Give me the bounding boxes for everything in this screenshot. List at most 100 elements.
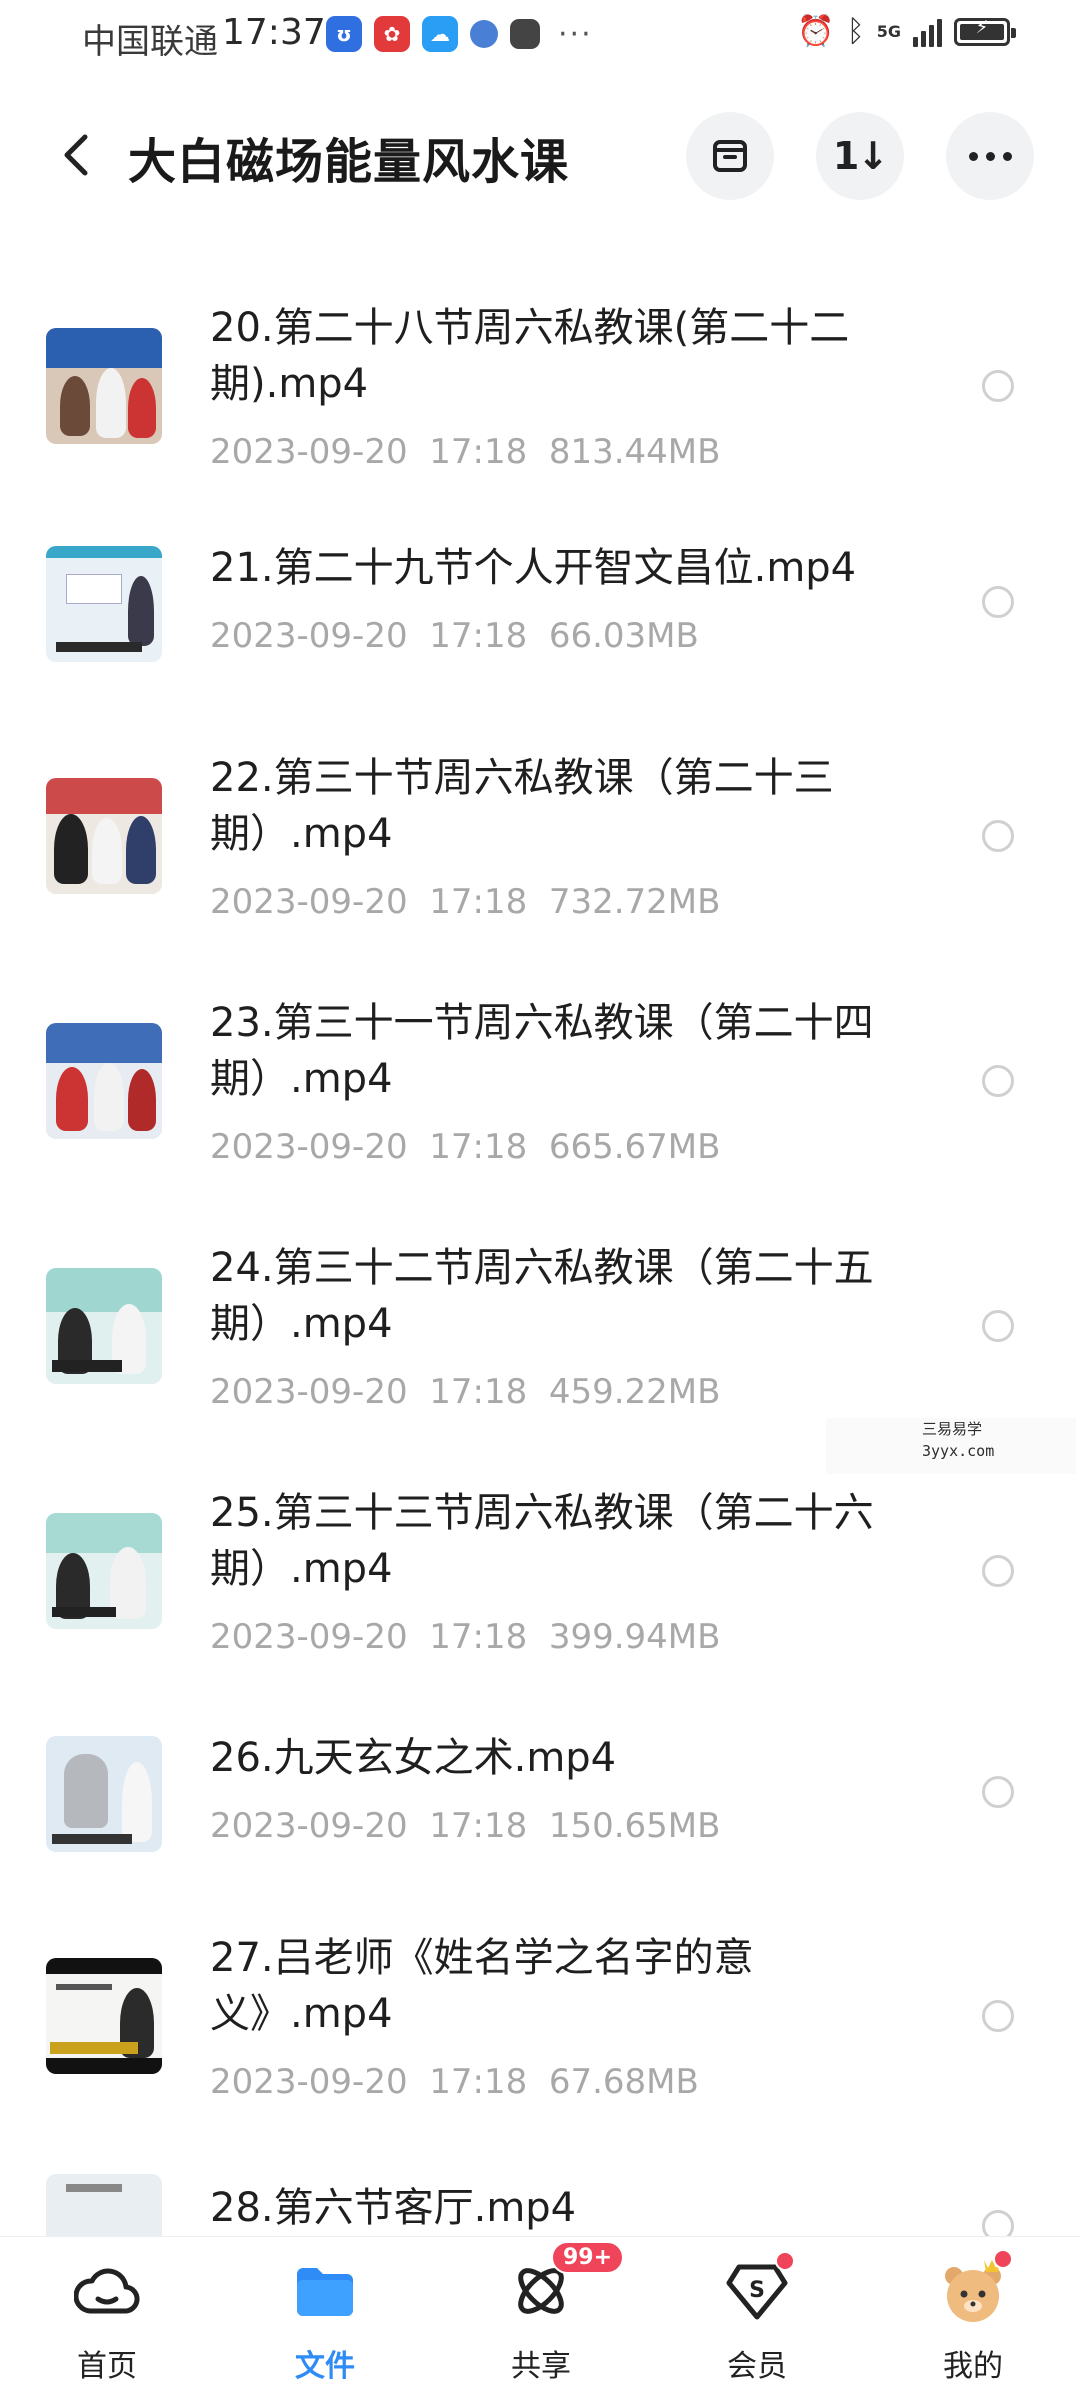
archive-box-icon bbox=[713, 140, 747, 172]
file-row[interactable]: 21.第二十九节个人开智文昌位.mp4 2023-09-20 17:18 66.… bbox=[0, 540, 1080, 670]
file-name: 28.第六节客厅.mp4 bbox=[210, 2185, 577, 2231]
select-checkbox[interactable] bbox=[982, 1310, 1014, 1342]
video-thumbnail bbox=[46, 546, 162, 662]
more-button[interactable] bbox=[946, 112, 1034, 200]
app-notification-icon: ʊ bbox=[326, 16, 362, 52]
nav-me[interactable]: 我的 bbox=[898, 2249, 1048, 2395]
back-button[interactable] bbox=[46, 122, 106, 188]
me-notification-dot bbox=[993, 2249, 1013, 2269]
nav-me-label: 我的 bbox=[943, 2349, 1003, 2384]
file-meta: 2023-09-20 17:18 813.44MB bbox=[210, 432, 720, 472]
video-thumbnail bbox=[46, 1023, 162, 1139]
file-size: 459.22MB bbox=[548, 1372, 721, 1412]
file-size: 66.03MB bbox=[548, 616, 699, 656]
bluetooth-icon: ᛒ bbox=[846, 14, 865, 49]
file-time: 17:18 bbox=[429, 882, 528, 922]
carrier-name: 中国联通 bbox=[82, 22, 218, 62]
file-name: 26.九天玄女之术.mp4 bbox=[210, 1735, 617, 1781]
more-icon bbox=[968, 151, 1012, 161]
weather-icon: ☁ bbox=[422, 16, 458, 52]
vip-diamond-icon: S bbox=[721, 2251, 795, 2327]
file-meta: 2023-09-20 17:18 399.94MB bbox=[210, 1617, 720, 1657]
select-checkbox[interactable] bbox=[982, 2000, 1014, 2032]
select-checkbox[interactable] bbox=[982, 1776, 1014, 1808]
file-time: 17:18 bbox=[429, 1127, 528, 1167]
video-thumbnail bbox=[46, 778, 162, 894]
select-checkbox[interactable] bbox=[982, 1555, 1014, 1587]
file-name: 27.吕老师《姓名学之名字的意义》.mp4 bbox=[210, 1935, 754, 2037]
file-size: 665.67MB bbox=[548, 1127, 721, 1167]
file-name: 21.第二十九节个人开智文昌位.mp4 bbox=[210, 545, 857, 591]
file-name: 25.第三十三节周六私教课（第二十六期）.mp4 bbox=[210, 1490, 874, 1592]
share-badge: 99+ bbox=[551, 2241, 625, 2274]
archive-button[interactable] bbox=[686, 112, 774, 200]
charging-icon: ⚡ bbox=[975, 16, 989, 38]
video-thumbnail bbox=[46, 2174, 162, 2236]
avatar-bear-icon bbox=[937, 2249, 1013, 2327]
nav-home[interactable]: 首页 bbox=[32, 2255, 182, 2395]
file-name: 24.第三十二节周六私教课（第二十五期）.mp4 bbox=[210, 1245, 874, 1347]
file-row[interactable]: 26.九天玄女之术.mp4 2023-09-20 17:18 150.65MB bbox=[0, 1730, 1080, 1860]
nav-home-label: 首页 bbox=[77, 2349, 137, 2384]
alarm-icon: ⏰ bbox=[797, 14, 835, 49]
file-name: 22.第三十节周六私教课（第二十三期）.mp4 bbox=[210, 755, 834, 857]
file-list[interactable]: 20.第二十八节周六私教课(第二十二期).mp4 2023-09-20 17:1… bbox=[0, 240, 1080, 2236]
watermark-line2: 3yyx.com bbox=[922, 1442, 995, 1460]
file-date: 2023-09-20 bbox=[210, 432, 408, 472]
file-row[interactable]: 27.吕老师《姓名学之名字的意义》.mp4 2023-09-20 17:18 6… bbox=[0, 1930, 1080, 2110]
select-checkbox[interactable] bbox=[982, 2210, 1014, 2236]
file-row[interactable]: 25.第三十三节周六私教课（第二十六期）.mp4 2023-09-20 17:1… bbox=[0, 1485, 1080, 1665]
network-type: 5G bbox=[876, 21, 901, 41]
vip-notification-dot bbox=[775, 2251, 795, 2271]
file-time: 17:18 bbox=[429, 2062, 528, 2102]
svg-text:S: S bbox=[749, 2278, 765, 2303]
nav-vip-label: 会员 bbox=[727, 2349, 787, 2384]
watermark: 三易易学 3yyx.com bbox=[826, 1418, 1076, 1474]
status-bar: 中国联通 17:37 ʊ ✿ ☁ ··· ⏰ ᛒ 5G ⚡ bbox=[0, 0, 1080, 72]
file-row[interactable]: 24.第三十二节周六私教课（第二十五期）.mp4 2023-09-20 17:1… bbox=[0, 1240, 1080, 1420]
more-notifications-icon: ··· bbox=[558, 16, 593, 52]
file-meta: 2023-09-20 17:18 67.68MB bbox=[210, 2062, 699, 2102]
file-date: 2023-09-20 bbox=[210, 1127, 408, 1167]
file-size: 813.44MB bbox=[548, 432, 721, 472]
file-time: 17:18 bbox=[429, 1617, 528, 1657]
app-notification-icon bbox=[470, 20, 498, 48]
video-thumbnail bbox=[46, 1958, 162, 2074]
select-checkbox[interactable] bbox=[982, 820, 1014, 852]
file-date: 2023-09-20 bbox=[210, 1372, 408, 1412]
file-time: 17:18 bbox=[429, 1372, 528, 1412]
file-row[interactable]: 22.第三十节周六私教课（第二十三期）.mp4 2023-09-20 17:18… bbox=[0, 750, 1080, 930]
video-thumbnail bbox=[46, 1268, 162, 1384]
watermark-line1: 三易易学 bbox=[922, 1420, 983, 1438]
nav-share[interactable]: 99+ 共享 bbox=[466, 2241, 625, 2395]
app-notification-icon: ✿ bbox=[374, 16, 410, 52]
store-icon bbox=[510, 19, 540, 49]
file-date: 2023-09-20 bbox=[210, 2062, 408, 2102]
select-checkbox[interactable] bbox=[982, 370, 1014, 402]
page-title: 大白磁场能量风水课 bbox=[128, 134, 570, 190]
file-row[interactable]: 28.第六节客厅.mp4 bbox=[0, 2174, 1080, 2236]
file-date: 2023-09-20 bbox=[210, 616, 408, 656]
select-checkbox[interactable] bbox=[982, 1065, 1014, 1097]
nav-share-label: 共享 bbox=[511, 2349, 571, 2384]
file-time: 17:18 bbox=[429, 616, 528, 656]
sort-icon: 1↓ bbox=[832, 134, 889, 178]
file-date: 2023-09-20 bbox=[210, 1617, 408, 1657]
file-meta: 2023-09-20 17:18 150.65MB bbox=[210, 1806, 720, 1846]
file-row[interactable]: 23.第三十一节周六私教课（第二十四期）.mp4 2023-09-20 17:1… bbox=[0, 995, 1080, 1175]
nav-files[interactable]: 文件 bbox=[250, 2255, 400, 2395]
clock: 17:37 bbox=[222, 12, 326, 53]
video-thumbnail bbox=[46, 1513, 162, 1629]
file-size: 732.72MB bbox=[548, 882, 721, 922]
nav-vip[interactable]: S 会员 bbox=[682, 2251, 832, 2395]
sort-button[interactable]: 1↓ bbox=[816, 112, 904, 200]
file-meta: 2023-09-20 17:18 665.67MB bbox=[210, 1127, 720, 1167]
file-size: 67.68MB bbox=[548, 2062, 699, 2102]
file-size: 150.65MB bbox=[548, 1806, 721, 1846]
video-thumbnail bbox=[46, 328, 162, 444]
folder-icon bbox=[289, 2255, 361, 2327]
file-meta: 2023-09-20 17:18 732.72MB bbox=[210, 882, 720, 922]
file-meta: 2023-09-20 17:18 66.03MB bbox=[210, 616, 699, 656]
select-checkbox[interactable] bbox=[982, 586, 1014, 618]
file-row[interactable]: 20.第二十八节周六私教课(第二十二期).mp4 2023-09-20 17:1… bbox=[0, 300, 1080, 480]
